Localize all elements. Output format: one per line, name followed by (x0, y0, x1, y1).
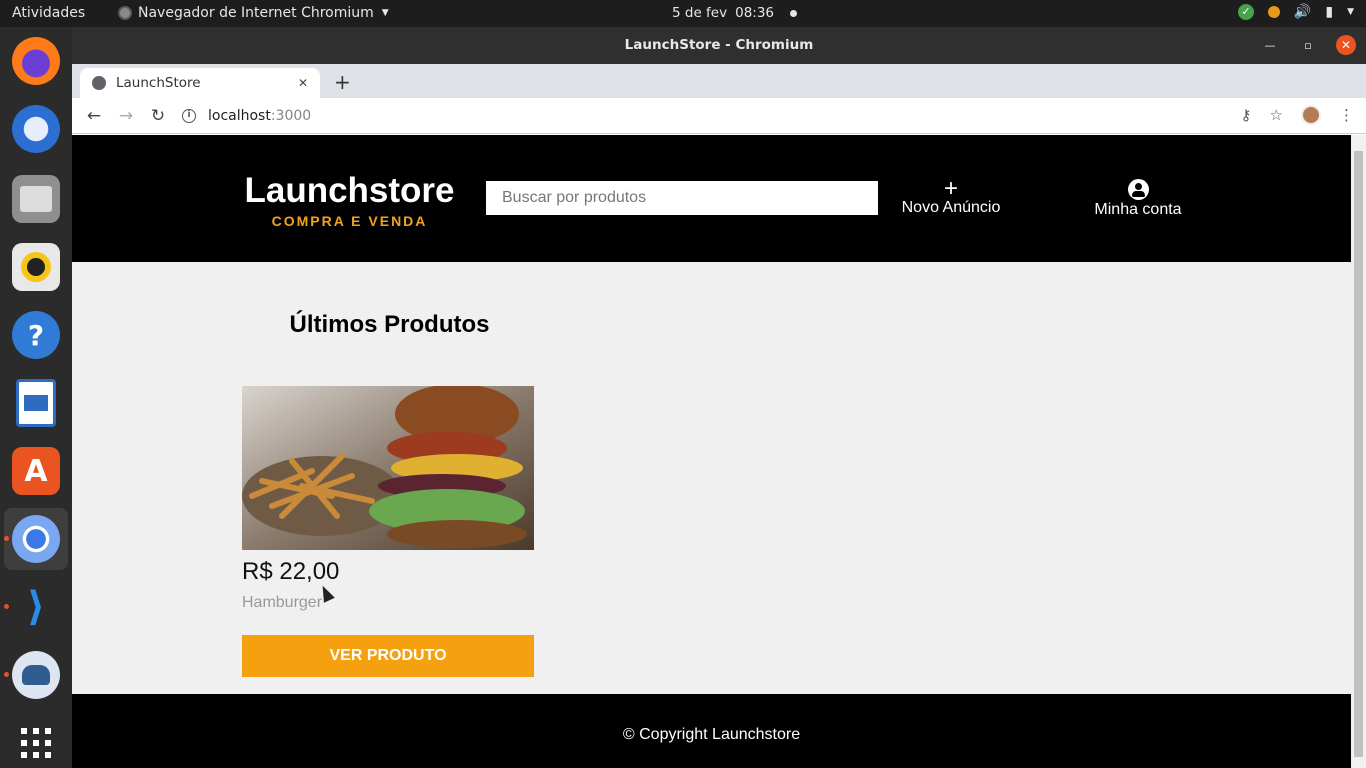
window-title: LaunchStore - Chromium (624, 37, 814, 53)
window-controls: — ▫ ✕ (1260, 35, 1356, 55)
running-indicator (4, 672, 9, 677)
rhythmbox-icon[interactable] (12, 243, 60, 291)
notification-dot-icon (790, 9, 798, 17)
new-ad-label: Novo Anúncio (901, 199, 1001, 216)
account-label: Minha conta (1094, 201, 1182, 218)
profile-avatar-icon[interactable] (1301, 105, 1321, 125)
clock-time: 08:36 (735, 5, 775, 21)
search-input[interactable] (486, 181, 878, 215)
globe-icon (92, 76, 106, 90)
reload-icon[interactable]: ↻ (146, 104, 170, 128)
battery-icon[interactable]: ▮ (1325, 4, 1333, 20)
files-icon[interactable] (12, 175, 60, 223)
update-ok-icon[interactable]: ✓ (1237, 4, 1254, 20)
database-icon[interactable] (12, 651, 60, 699)
volume-icon[interactable]: 🔊 (1294, 4, 1311, 20)
system-top-bar: Atividades Navegador de Internet Chromiu… (0, 0, 1366, 27)
status-dot-icon[interactable] (1267, 6, 1280, 18)
thunderbird-icon[interactable] (12, 105, 60, 153)
back-icon[interactable]: ← (82, 104, 106, 128)
dock: ? A ⟩ (0, 27, 72, 768)
menu-dots-icon[interactable]: ⋮ (1339, 106, 1354, 124)
product-image[interactable] (242, 386, 534, 550)
firefox-icon[interactable] (12, 37, 60, 85)
toolbar-actions: ⚷ ☆ ⋮ (1241, 105, 1354, 125)
system-tray[interactable]: ✓ 🔊 ▮ ▼ (1237, 4, 1354, 20)
product-name: Hamburger (242, 594, 323, 611)
new-tab-icon[interactable]: + (334, 70, 351, 94)
key-icon[interactable]: ⚷ (1241, 106, 1252, 124)
new-ad-link[interactable]: + Novo Anúncio (900, 175, 1002, 217)
account-link[interactable]: Minha conta (1092, 179, 1184, 219)
section-title: Últimos Produtos (289, 311, 490, 338)
vertical-scrollbar[interactable] (1351, 135, 1366, 768)
star-icon[interactable]: ☆ (1270, 106, 1283, 124)
info-icon[interactable]: i (182, 109, 196, 123)
tab-title: LaunchStore (116, 75, 201, 91)
forward-icon[interactable]: → (114, 104, 138, 128)
running-indicator (4, 604, 9, 609)
clock[interactable]: 5 de fev 08:36 (672, 5, 798, 21)
product-card: R$ 22,00 Hamburger VER PRODUTO (242, 386, 534, 677)
software-icon[interactable]: A (12, 447, 60, 495)
clock-date: 5 de fev (672, 5, 728, 21)
logo-subtitle: COMPRA E VENDA (271, 213, 428, 229)
help-icon[interactable]: ? (12, 311, 60, 359)
minimize-icon[interactable]: — (1260, 35, 1280, 55)
tab-launchstore[interactable]: LaunchStore ✕ (80, 68, 320, 98)
page-viewport: Launchstore COMPRA E VENDA + Novo Anúnci… (72, 135, 1351, 768)
plus-icon: + (943, 175, 958, 202)
logo-title: Launchstore (244, 171, 455, 210)
scrollbar-thumb[interactable] (1354, 151, 1363, 757)
site-logo[interactable]: Launchstore COMPRA E VENDA (242, 171, 457, 229)
window-titlebar[interactable]: LaunchStore - Chromium — ▫ ✕ (72, 27, 1366, 64)
browser-window: LaunchStore - Chromium — ▫ ✕ LaunchStore… (72, 27, 1366, 768)
url-port: :3000 (270, 108, 312, 124)
user-circle-icon (1127, 179, 1149, 200)
browser-toolbar: ← → ↻ i localhost:3000 ⚷ ☆ ⋮ (72, 98, 1366, 134)
url-host: localhost (208, 108, 271, 124)
address-bar[interactable]: i localhost:3000 (182, 102, 1222, 130)
chromium-icon[interactable] (12, 515, 60, 563)
tab-close-icon[interactable]: ✕ (298, 76, 308, 90)
app-menu[interactable]: Navegador de Internet Chromium ▼ (118, 5, 389, 21)
footer-copyright: © Copyright Launchstore (622, 726, 801, 743)
site-header: Launchstore COMPRA E VENDA + Novo Anúnci… (72, 135, 1351, 262)
running-indicator (4, 536, 9, 541)
activities-button[interactable]: Atividades (12, 5, 85, 21)
writer-icon[interactable] (16, 379, 56, 427)
app-menu-label: Navegador de Internet Chromium (138, 5, 374, 21)
vscode-icon[interactable]: ⟩ (12, 583, 60, 631)
maximize-icon[interactable]: ▫ (1298, 35, 1318, 55)
tab-strip: LaunchStore ✕ + (72, 64, 1366, 98)
product-price: R$ 22,00 (242, 558, 340, 585)
chromium-app-icon (118, 6, 132, 20)
close-window-icon[interactable]: ✕ (1336, 35, 1356, 55)
view-product-button[interactable]: VER PRODUTO (242, 635, 534, 677)
system-menu-chevron-icon[interactable]: ▼ (1347, 7, 1354, 17)
chevron-down-icon: ▼ (381, 8, 389, 18)
app-grid-icon[interactable] (12, 719, 60, 767)
site-footer: © Copyright Launchstore (72, 694, 1351, 768)
